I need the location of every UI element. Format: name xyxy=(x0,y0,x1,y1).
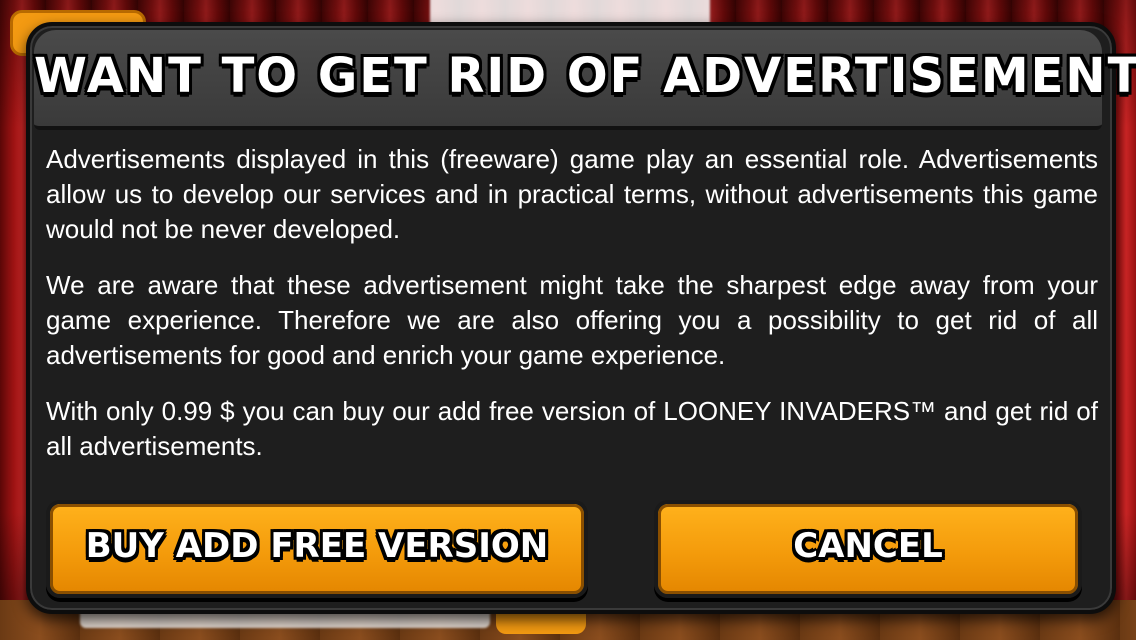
dialog-paragraph-2: We are aware that these advertisement mi… xyxy=(46,270,1098,370)
dialog-paragraph-3: With only 0.99 $ you can buy our add fre… xyxy=(46,396,1098,461)
dialog-title: WANT TO GET RID OF ADVERTISEMENTS? xyxy=(34,48,1136,104)
cancel-button[interactable]: CANCEL xyxy=(654,500,1082,598)
dialog-body: Advertisements displayed in this (freewa… xyxy=(46,142,1098,485)
remove-ads-dialog: WANT TO GET RID OF ADVERTISEMENTS? Adver… xyxy=(26,22,1136,614)
buy-ad-free-button[interactable]: BUY ADD FREE VERSION xyxy=(46,500,588,598)
game-screen: WANT TO GET RID OF ADVERTISEMENTS? Adver… xyxy=(0,0,1136,640)
dialog-header: WANT TO GET RID OF ADVERTISEMENTS? xyxy=(34,30,1136,130)
buy-ad-free-label: BUY ADD FREE VERSION xyxy=(85,526,549,566)
cancel-label: CANCEL xyxy=(793,526,943,566)
dialog-paragraph-1: Advertisements displayed in this (freewa… xyxy=(46,144,1098,244)
